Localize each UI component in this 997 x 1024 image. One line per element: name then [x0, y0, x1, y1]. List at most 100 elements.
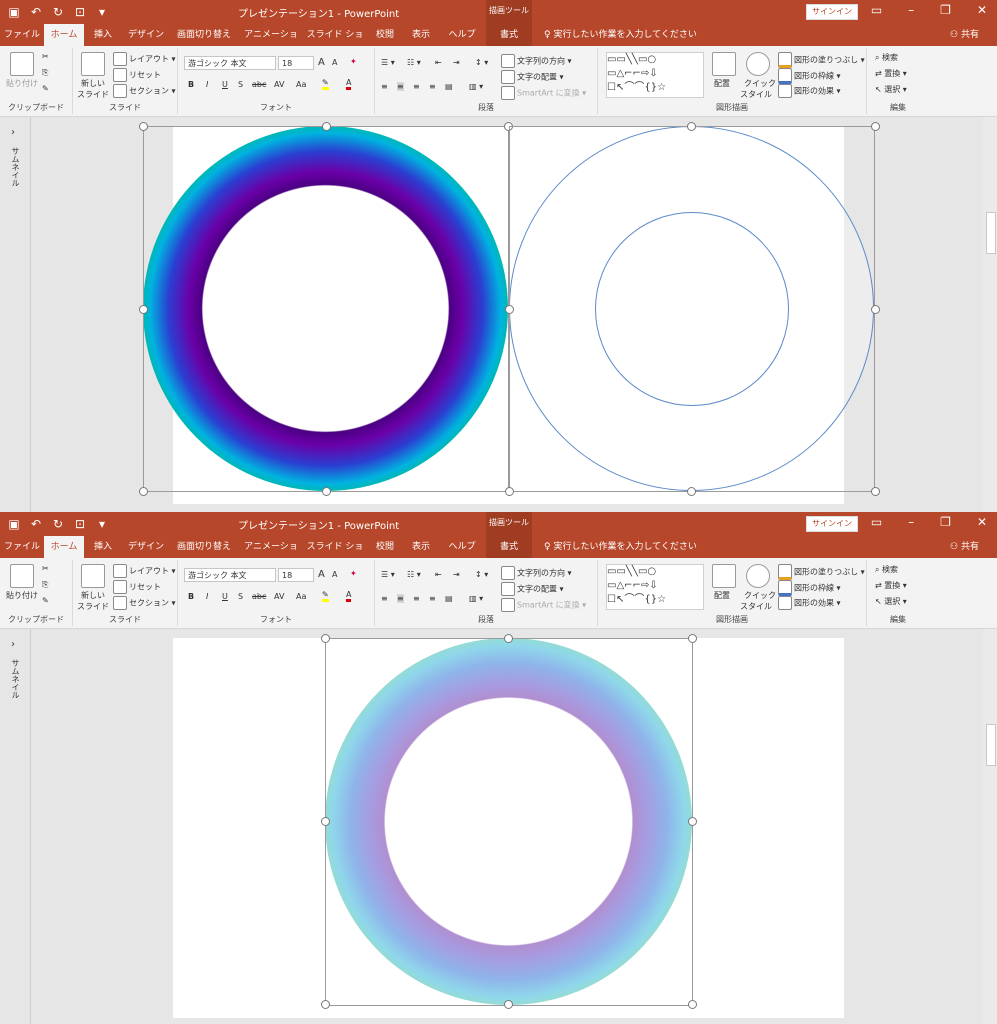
quick-styles-label-1[interactable]: クイック	[744, 590, 776, 601]
save-icon[interactable]: ▣	[8, 4, 20, 20]
undo-icon[interactable]: ↶	[30, 4, 42, 20]
italic-button[interactable]: I	[206, 80, 208, 89]
tab-file[interactable]: ファイル	[4, 536, 40, 558]
start-presentation-icon[interactable]: ⊡	[74, 4, 86, 20]
distribute-icon[interactable]: ▤	[445, 594, 453, 603]
text-direction-button[interactable]: 文字列の方向 ▾	[501, 54, 572, 68]
ribbon-display-options-icon[interactable]: ▭	[871, 515, 882, 529]
undo-icon[interactable]: ↶	[30, 516, 42, 532]
grow-font-button[interactable]: A	[318, 57, 325, 68]
quick-styles-label-2[interactable]: スタイル	[740, 601, 772, 612]
tab-design[interactable]: デザイン	[124, 24, 168, 46]
highlight-icon[interactable]: ✎	[322, 78, 329, 90]
scrollbar-thumb[interactable]	[986, 724, 996, 766]
resize-handle[interactable]	[871, 122, 880, 131]
align-center-icon[interactable]: ≡	[397, 82, 404, 91]
redo-icon[interactable]: ↻	[52, 516, 64, 532]
shadow-button[interactable]: S	[238, 80, 243, 89]
justify-icon[interactable]: ≡	[429, 594, 436, 603]
change-case-button[interactable]: Aa	[296, 592, 306, 601]
tab-design[interactable]: デザイン	[124, 536, 168, 558]
char-spacing-button[interactable]: AV	[274, 592, 284, 601]
quick-styles-label-2[interactable]: スタイル	[740, 89, 772, 100]
tell-me-box[interactable]: ♀ 実行したい作業を入力してください	[544, 24, 697, 46]
strikethrough-button[interactable]: abc	[252, 592, 266, 601]
paste-icon[interactable]	[10, 52, 34, 76]
arrange-icon[interactable]	[712, 564, 736, 588]
align-left-icon[interactable]: ≡	[381, 594, 388, 603]
tab-transitions[interactable]: 画面切り替え	[174, 536, 234, 558]
tab-review[interactable]: 校閲	[370, 24, 400, 46]
select-button[interactable]: ↖ 選択 ▾	[875, 84, 907, 95]
bullets-icon[interactable]: ☰ ▾	[381, 58, 395, 67]
expand-arrow-icon[interactable]: ›	[11, 639, 15, 650]
select-button[interactable]: ↖ 選択 ▾	[875, 596, 907, 607]
grow-font-button[interactable]: A	[318, 569, 325, 580]
font-color-icon[interactable]: A	[346, 78, 352, 90]
tab-view[interactable]: 表示	[406, 536, 436, 558]
restore-icon[interactable]: ❐	[940, 3, 951, 17]
smartart-button[interactable]: SmartArt に変換 ▾	[501, 86, 586, 100]
numbering-icon[interactable]: ☷ ▾	[407, 570, 421, 579]
tab-view[interactable]: 表示	[406, 24, 436, 46]
restore-icon[interactable]: ❐	[940, 515, 951, 529]
justify-icon[interactable]: ≡	[429, 82, 436, 91]
change-case-button[interactable]: Aa	[296, 80, 306, 89]
paste-label[interactable]: 貼り付け	[6, 590, 38, 601]
resize-handle[interactable]	[321, 1000, 330, 1009]
new-slide-label-1[interactable]: 新しい	[81, 590, 105, 601]
minimize-icon[interactable]: –	[908, 515, 914, 529]
bold-button[interactable]: B	[188, 592, 194, 601]
tab-home[interactable]: ホーム	[44, 536, 84, 558]
text-direction-button[interactable]: 文字列の方向 ▾	[501, 566, 572, 580]
close-icon[interactable]: ✕	[977, 515, 987, 529]
save-icon[interactable]: ▣	[8, 516, 20, 532]
tab-review[interactable]: 校閲	[370, 536, 400, 558]
resize-handle[interactable]	[139, 122, 148, 131]
strikethrough-button[interactable]: abc	[252, 80, 266, 89]
tab-format[interactable]: 書式	[486, 536, 532, 558]
shrink-font-button[interactable]: A	[332, 570, 337, 579]
new-slide-label-1[interactable]: 新しい	[81, 78, 105, 89]
share-button[interactable]: ⚇ 共有	[950, 24, 979, 46]
layout-button[interactable]: レイアウト ▾	[113, 564, 176, 578]
cut-icon[interactable]: ✂	[42, 52, 49, 61]
copy-icon[interactable]: ⎘	[42, 580, 48, 590]
distribute-icon[interactable]: ▤	[445, 82, 453, 91]
arrange-label[interactable]: 配置	[714, 78, 730, 89]
paste-icon[interactable]	[10, 564, 34, 588]
find-button[interactable]: ⌕ 検索	[875, 564, 898, 575]
increase-indent-icon[interactable]: ⇥	[453, 570, 460, 579]
font-color-icon[interactable]: A	[346, 590, 352, 602]
new-slide-label-2[interactable]: スライド	[77, 601, 109, 612]
align-text-button[interactable]: 文字の配置 ▾	[501, 70, 564, 84]
tell-me-box[interactable]: ♀ 実行したい作業を入力してください	[544, 536, 697, 558]
columns-icon[interactable]: ▥ ▾	[469, 82, 483, 91]
resize-handle[interactable]	[321, 817, 330, 826]
signin-button[interactable]: サインイン	[806, 4, 858, 20]
char-spacing-button[interactable]: AV	[274, 80, 284, 89]
vertical-scrollbar[interactable]	[983, 629, 997, 1024]
signin-button[interactable]: サインイン	[806, 516, 858, 532]
tab-slideshow[interactable]: スライド ショー	[306, 24, 364, 62]
thumbnail-pane-collapsed[interactable]: › サムネイル	[0, 629, 31, 1024]
resize-handle[interactable]	[871, 487, 880, 496]
shapes-gallery[interactable]: ▭▭╲╲▭○ ▭△⌐⌐⇨⇩ ☐↖⌒⌒{}☆	[606, 52, 704, 98]
customize-qat-icon[interactable]: ▾	[96, 4, 108, 20]
tab-slideshow[interactable]: スライド ショー	[306, 536, 364, 574]
resize-handle[interactable]	[504, 634, 513, 643]
smartart-button[interactable]: SmartArt に変換 ▾	[501, 598, 586, 612]
clear-formatting-icon[interactable]: ✦	[350, 57, 357, 66]
start-presentation-icon[interactable]: ⊡	[74, 516, 86, 532]
resize-handle[interactable]	[322, 487, 331, 496]
cut-icon[interactable]: ✂	[42, 564, 49, 573]
align-text-button[interactable]: 文字の配置 ▾	[501, 582, 564, 596]
underline-button[interactable]: U	[222, 80, 228, 89]
align-right-icon[interactable]: ≡	[413, 594, 420, 603]
new-slide-icon[interactable]	[81, 564, 105, 588]
numbering-icon[interactable]: ☷ ▾	[407, 58, 421, 67]
align-left-icon[interactable]: ≡	[381, 82, 388, 91]
resize-handle[interactable]	[688, 1000, 697, 1009]
find-button[interactable]: ⌕ 検索	[875, 52, 898, 63]
replace-button[interactable]: ⇄ 置換 ▾	[875, 68, 907, 79]
